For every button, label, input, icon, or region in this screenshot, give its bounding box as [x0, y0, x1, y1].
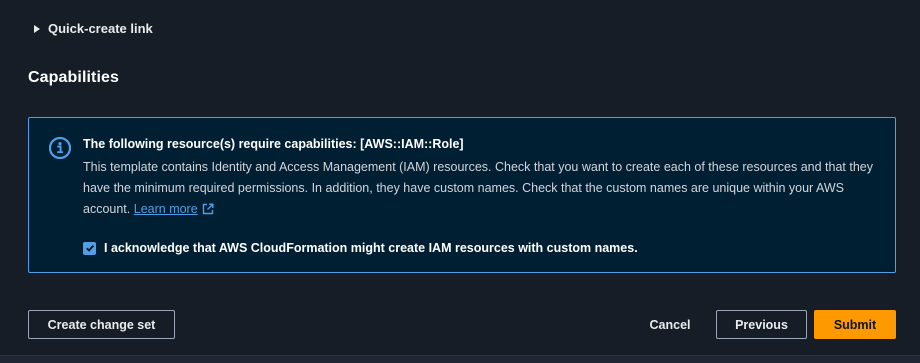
alert-text: This template contains Identity and Acce…: [83, 157, 883, 220]
quick-create-link-expander[interactable]: Quick-create link: [34, 21, 153, 36]
external-link-icon[interactable]: [202, 203, 214, 215]
capabilities-alert: The following resource(s) require capabi…: [28, 117, 896, 273]
section-title: Capabilities: [28, 69, 120, 86]
submit-button[interactable]: Submit: [814, 310, 896, 339]
acknowledge-checkbox[interactable]: [83, 241, 96, 255]
create-change-set-button[interactable]: Create change set: [28, 310, 175, 339]
acknowledge-row: I acknowledge that AWS CloudFormation mi…: [83, 241, 638, 255]
page: Quick-create link Capabilities The follo…: [0, 0, 920, 363]
learn-more-label[interactable]: Learn more: [134, 202, 198, 216]
acknowledge-label[interactable]: I acknowledge that AWS CloudFormation mi…: [104, 241, 638, 255]
alert-header: The following resource(s) require capabi…: [83, 137, 464, 151]
check-icon: [85, 244, 94, 252]
alert-body: The following resource(s) require capabi…: [83, 136, 883, 220]
caret-right-icon[interactable]: [34, 24, 40, 33]
learn-more-link[interactable]: Learn more: [134, 202, 198, 216]
bottom-divider: [0, 355, 920, 363]
info-circle-icon: [48, 136, 72, 160]
expander-label[interactable]: Quick-create link: [48, 21, 153, 36]
previous-button[interactable]: Previous: [716, 310, 807, 339]
cancel-button[interactable]: Cancel: [640, 310, 700, 339]
